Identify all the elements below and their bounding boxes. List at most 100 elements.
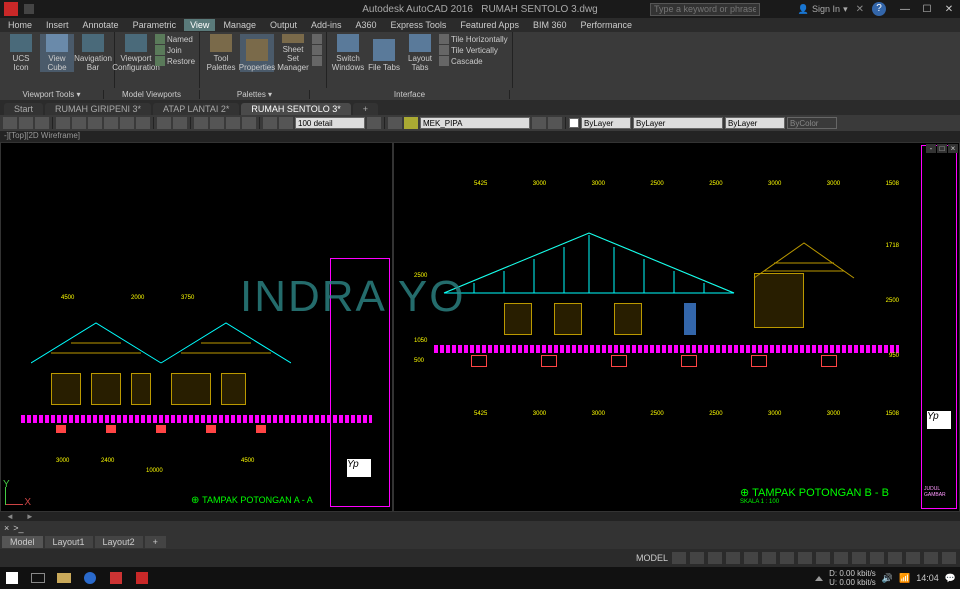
ribbon-tab-output[interactable]: Output: [264, 19, 303, 31]
properties-button[interactable]: Properties: [240, 34, 274, 72]
tool-icon[interactable]: [173, 117, 187, 129]
tool-icon[interactable]: [548, 117, 562, 129]
vp-min-button[interactable]: -: [926, 144, 936, 153]
layer-icon[interactable]: [404, 117, 418, 129]
cleanscreen-icon[interactable]: [924, 552, 938, 564]
ortho-toggle-icon[interactable]: [708, 552, 722, 564]
annoscale-combo[interactable]: [295, 117, 365, 129]
signin-button[interactable]: 👤 Sign In ▾: [798, 4, 848, 15]
file-tabs-button[interactable]: File Tabs: [367, 34, 401, 72]
edge-icon[interactable]: [78, 568, 102, 588]
join-button[interactable]: Join: [155, 45, 195, 55]
vp-close-button[interactable]: ×: [948, 144, 958, 153]
start-button[interactable]: [0, 568, 24, 588]
hardware-accel-icon[interactable]: [888, 552, 902, 564]
drawing-area[interactable]: 4500 2000 3750 3000 2400 10: [0, 142, 960, 512]
ribbon-tab-bim-360[interactable]: BIM 360: [527, 19, 573, 31]
workspace-icon[interactable]: [870, 552, 884, 564]
polar-toggle-icon[interactable]: [726, 552, 740, 564]
color-combo[interactable]: [581, 117, 631, 129]
viewport-controls[interactable]: -][Top][2D Wireframe]: [0, 131, 960, 142]
ribbon-tab-annotate[interactable]: Annotate: [77, 19, 125, 31]
viewport-right[interactable]: 54253000300025002500300030001508: [393, 142, 960, 512]
ribbon-tab-view[interactable]: View: [184, 19, 215, 31]
ribbon-tab-insert[interactable]: Insert: [40, 19, 75, 31]
cascade-button[interactable]: Cascade: [439, 56, 508, 66]
file-tab[interactable]: ATAP LANTAI 2*: [153, 103, 239, 115]
cycling-toggle-icon[interactable]: [816, 552, 830, 564]
annoscale-icon[interactable]: [852, 552, 866, 564]
viewcube-button[interactable]: View Cube: [40, 34, 74, 72]
tile-h-button[interactable]: Tile Horizontally: [439, 34, 508, 44]
tool-icon[interactable]: [56, 117, 70, 129]
tool-icon[interactable]: [532, 117, 546, 129]
tool-icon[interactable]: [388, 117, 402, 129]
ribbon-tab-parametric[interactable]: Parametric: [127, 19, 183, 31]
layout-tab[interactable]: Layout1: [45, 536, 93, 548]
file-tab[interactable]: RUMAH GIRIPENI 3*: [45, 103, 151, 115]
explorer-icon[interactable]: [52, 568, 76, 588]
tool-icon[interactable]: [367, 117, 381, 129]
hscroll[interactable]: ◄ ►: [0, 512, 960, 521]
tool-icon[interactable]: [242, 117, 256, 129]
tool-icon[interactable]: [72, 117, 86, 129]
tool-icon[interactable]: [35, 117, 49, 129]
ribbon-tab-featured-apps[interactable]: Featured Apps: [454, 19, 525, 31]
ucs-icon-button[interactable]: UCS Icon: [4, 34, 38, 72]
layout-tab[interactable]: Layout2: [95, 536, 143, 548]
palette-icon[interactable]: [312, 45, 322, 55]
navbar-button[interactable]: Navigation Bar: [76, 34, 110, 72]
tool-icon[interactable]: [194, 117, 208, 129]
sheetset-button[interactable]: Sheet Set Manager: [276, 34, 310, 72]
tool-icon[interactable]: [104, 117, 118, 129]
minimize-button[interactable]: —: [894, 0, 916, 18]
restore-button[interactable]: Restore: [155, 56, 195, 66]
tool-icon[interactable]: [136, 117, 150, 129]
transparency-toggle-icon[interactable]: [798, 552, 812, 564]
tool-icon[interactable]: [263, 117, 277, 129]
scroll-right-icon[interactable]: ►: [26, 512, 34, 521]
palette-icon[interactable]: [312, 56, 322, 66]
annomonitor-icon[interactable]: [834, 552, 848, 564]
help-icon[interactable]: ?: [872, 2, 886, 16]
color-swatch[interactable]: [569, 118, 579, 128]
ribbon-tab-add-ins[interactable]: Add-ins: [305, 19, 348, 31]
close-button[interactable]: ✕: [938, 0, 960, 18]
ribbon-tab-express-tools[interactable]: Express Tools: [385, 19, 453, 31]
ribbon-tab-performance[interactable]: Performance: [574, 19, 638, 31]
tool-icon[interactable]: [88, 117, 102, 129]
tray-overflow-icon[interactable]: [815, 576, 823, 581]
tool-icon[interactable]: [210, 117, 224, 129]
layout-tabs-button[interactable]: Layout Tabs: [403, 34, 437, 72]
tool-palettes-button[interactable]: Tool Palettes: [204, 34, 238, 72]
volume-icon[interactable]: 🔊: [882, 573, 893, 584]
vp-max-button[interactable]: □: [937, 144, 947, 153]
lweight-toggle-icon[interactable]: [780, 552, 794, 564]
file-tab[interactable]: RUMAH SENTOLO 3*: [241, 103, 350, 115]
autocad-taskbar-icon[interactable]: [130, 568, 154, 588]
panel-label[interactable]: Viewport Tools ▾: [0, 90, 104, 99]
cmd-close-icon[interactable]: ×: [0, 523, 13, 533]
new-tab-button[interactable]: +: [353, 103, 378, 115]
tool-icon[interactable]: [279, 117, 293, 129]
help-search-input[interactable]: [650, 3, 760, 16]
osnap-toggle-icon[interactable]: [744, 552, 758, 564]
maximize-button[interactable]: ☐: [916, 0, 938, 18]
scroll-left-icon[interactable]: ◄: [6, 512, 14, 521]
snap-toggle-icon[interactable]: [690, 552, 704, 564]
notifications-icon[interactable]: 💬: [945, 573, 956, 584]
tool-icon[interactable]: [226, 117, 240, 129]
ribbon-tab-a360[interactable]: A360: [350, 19, 383, 31]
isolate-icon[interactable]: [906, 552, 920, 564]
exchange-icon[interactable]: ✕: [856, 4, 864, 15]
tool-icon[interactable]: [19, 117, 33, 129]
layout-tab[interactable]: Model: [2, 536, 43, 548]
palette-icon[interactable]: [312, 34, 322, 44]
plotstyle-combo[interactable]: [787, 117, 837, 129]
viewport-left[interactable]: 4500 2000 3750 3000 2400 10: [0, 142, 393, 512]
tool-icon[interactable]: [120, 117, 134, 129]
otrack-toggle-icon[interactable]: [762, 552, 776, 564]
panel-label[interactable]: Palettes ▾: [200, 90, 310, 99]
qat-icon[interactable]: [24, 4, 34, 14]
command-line[interactable]: × >_: [0, 521, 960, 535]
